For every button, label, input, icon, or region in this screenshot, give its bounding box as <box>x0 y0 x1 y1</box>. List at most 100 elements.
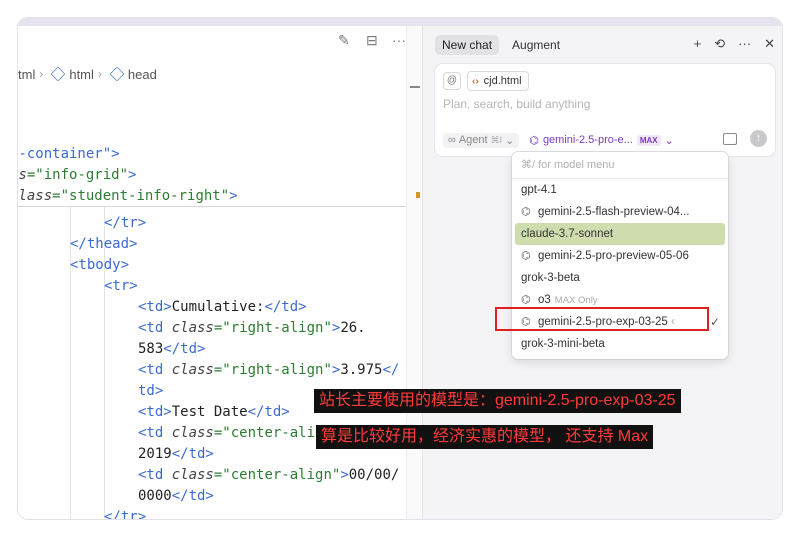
annotation-line-1: 站长主要使用的模型是：gemini-2.5-pro-exp-03-25 <box>314 389 681 413</box>
chevron-down-icon: ⌄ <box>505 134 515 147</box>
history-icon[interactable]: ⟲ <box>714 36 725 52</box>
breadcrumb-item[interactable]: tml <box>18 67 35 82</box>
window-top-strip <box>18 18 782 26</box>
model-option-label: claude-3.7-sonnet <box>521 228 614 240</box>
chevron-right-icon: › <box>97 67 102 81</box>
code-line[interactable]: l-container"> <box>18 144 120 165</box>
max-only-label: MAX Only <box>554 295 598 306</box>
split-editor-icon[interactable]: ⊟ <box>366 32 378 49</box>
model-option-label: gemini-2.5-flash-preview-04... <box>538 206 690 218</box>
code-line[interactable]: :s="info-grid"> <box>18 165 136 186</box>
chevron-down-icon: ⌄ <box>664 134 674 147</box>
code-token: Cumulative: <box>171 299 265 315</box>
code-token: ="info-grid" <box>26 167 129 183</box>
code-token: class <box>171 320 214 336</box>
code-token: </thead> <box>70 236 138 252</box>
image-upload-icon[interactable] <box>723 133 737 145</box>
scroll-marker <box>416 192 420 198</box>
model-option[interactable]: grok-3-mini-beta <box>512 333 728 355</box>
code-token: 26. <box>340 320 366 336</box>
code-line[interactable]: 2019</td> <box>138 444 214 465</box>
code-token: 2019 <box>138 446 172 462</box>
code-token: 00/00/ <box>348 467 400 483</box>
context-file-name: cjd.html <box>483 75 522 87</box>
breadcrumb-item[interactable]: html <box>69 67 94 82</box>
tab-new-chat[interactable]: New chat <box>435 35 500 55</box>
check-icon: ✓ <box>709 315 720 329</box>
code-token: class <box>171 362 214 378</box>
code-line[interactable]: 583</td> <box>138 339 205 360</box>
more-icon[interactable]: ··· <box>738 36 751 52</box>
code-line[interactable]: <tr> <box>104 276 138 297</box>
code-line[interactable]: <tbody> <box>70 255 129 276</box>
html-file-icon: ‹› <box>472 75 479 87</box>
model-option[interactable]: gpt-4.1 <box>512 179 728 201</box>
code-line[interactable]: <td class="right-align">26. <box>138 318 366 339</box>
code-token: </tr> <box>104 215 147 231</box>
breadcrumb: tml › html › head <box>18 64 157 84</box>
code-token: class <box>171 425 214 441</box>
code-token: ="center-align" <box>213 467 341 483</box>
code-token: > <box>229 188 238 204</box>
context-file-chip[interactable]: ‹› cjd.html <box>467 71 529 91</box>
brain-icon: ⌬ <box>521 250 531 262</box>
code-token: class <box>18 188 53 204</box>
code-token: <tbody> <box>70 257 130 273</box>
code-token: </ <box>382 362 400 378</box>
more-actions-icon[interactable]: ··· <box>392 32 406 48</box>
add-context-button[interactable]: @ <box>443 72 461 90</box>
send-button[interactable]: ↑ <box>750 130 767 147</box>
model-option-label: grok-3-beta <box>521 272 580 284</box>
code-line[interactable]: </tr> <box>104 213 146 234</box>
code-line[interactable]: <td>Cumulative:</td> <box>138 297 307 318</box>
tab-augment[interactable]: Augment <box>505 35 567 55</box>
code-line[interactable]: <td class="center-align">00/00/ <box>138 465 399 486</box>
code-token: :s <box>18 167 27 183</box>
model-selector[interactable]: ⌬ gemini-2.5-pro-e... MAX ⌄ <box>529 134 673 147</box>
code-token: </td> <box>171 488 214 504</box>
input-controls: ∞ Agent ⌘I ⌄ ⌬ gemini-2.5-pro-e... MAX ⌄… <box>443 130 767 149</box>
model-label: gemini-2.5-pro-e... <box>542 134 633 146</box>
model-option[interactable]: ⌬ gemini-2.5-pro-preview-05-06 <box>512 245 728 267</box>
chat-actions: + ⟲ ··· ✕ <box>694 36 775 52</box>
code-token: </td> <box>171 446 214 462</box>
code-line[interactable]: class="student-info-right"> <box>18 186 238 207</box>
chevron-right-icon: › <box>39 67 44 81</box>
code-token: ="right-align" <box>213 320 332 336</box>
model-option[interactable]: grok-3-beta <box>512 267 728 289</box>
code-token: > <box>340 467 349 483</box>
breadcrumb-item[interactable]: head <box>128 67 157 82</box>
agent-mode-selector[interactable]: ∞ Agent ⌘I ⌄ <box>443 132 520 148</box>
plus-icon[interactable]: + <box>694 36 702 52</box>
model-option[interactable]: claude-3.7-sonnet <box>515 223 725 245</box>
context-row: @ ‹› cjd.html <box>443 71 529 91</box>
chat-input-box[interactable]: @ ‹› cjd.html Plan, search, build anythi… <box>435 64 775 156</box>
model-search-input[interactable]: ⌘/ for model menu <box>512 152 728 179</box>
agent-label: Agent <box>458 134 488 146</box>
code-token: </td> <box>264 299 307 315</box>
element-icon <box>109 66 125 82</box>
code-line[interactable]: </tr> <box>104 507 146 519</box>
brain-icon: ⌬ <box>529 134 539 147</box>
code-token: <td> <box>138 404 172 420</box>
editor-toolbar: ✎ ⊟ ··· <box>18 26 420 56</box>
code-line[interactable]: <td>Test Date</td> <box>138 402 290 423</box>
model-option-label: grok-3-mini-beta <box>521 338 605 350</box>
code-token: l-container <box>18 146 103 162</box>
chat-input-placeholder[interactable]: Plan, search, build anything <box>443 97 590 111</box>
code-line[interactable]: 0000</td> <box>138 486 214 507</box>
close-icon[interactable]: ✕ <box>764 36 775 52</box>
code-token: ="student-info-right" <box>52 188 230 204</box>
code-token: <td <box>138 425 172 441</box>
annotation-line-2: 算是比较好用，经济实惠的模型， 还支持 Max <box>316 425 654 449</box>
model-option[interactable]: ⌬ gemini-2.5-flash-preview-04... <box>512 201 728 223</box>
code-line[interactable]: </thead> <box>70 234 137 255</box>
code-line[interactable]: <td class="right-align">3.975</ <box>138 360 399 381</box>
code-line[interactable]: td> <box>138 381 163 402</box>
model-option-label: gpt-4.1 <box>521 184 557 196</box>
model-option-label: o3 <box>538 294 551 306</box>
edit-pencil-icon[interactable]: ✎ <box>338 32 350 49</box>
code-token: </tr> <box>104 509 147 519</box>
max-badge: MAX <box>636 134 661 146</box>
element-icon <box>50 66 66 82</box>
